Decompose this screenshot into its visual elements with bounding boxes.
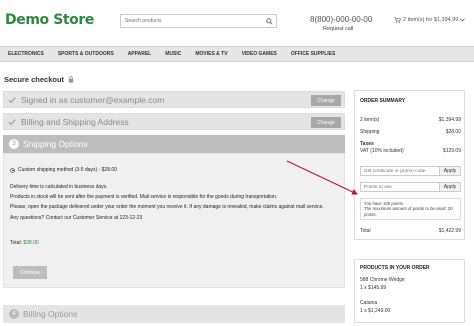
step-signed-in-label: Signed in as customer@example.com: [21, 94, 165, 105]
summary-taxes-row: Taxes: [360, 141, 461, 147]
change-signin-button[interactable]: Change: [311, 95, 341, 106]
apply-promo-button[interactable]: Apply: [439, 166, 461, 176]
summary-vat-row: VAT (10% included) $129.09: [360, 148, 461, 154]
delivery-info-line: Please, open the package delivered under…: [10, 204, 324, 210]
main-nav: ELECTRONICS SPORTS & OUTDOORS APPAREL MU…: [0, 46, 474, 62]
nav-item-movies-tv[interactable]: MOVIES & TV: [195, 51, 227, 57]
nav-item-video-games[interactable]: VIDEO GAMES: [242, 51, 277, 57]
search-icon[interactable]: [266, 18, 273, 25]
step-address-label: Billing and Shipping Address: [21, 116, 129, 127]
step-number: 3: [9, 139, 19, 149]
summary-total-label: Total: [360, 228, 371, 234]
phone-number: 8(800)-000-00-00: [310, 15, 373, 24]
nav-item-music[interactable]: MUSIC: [165, 51, 181, 57]
summary-total-value: $1,422.99: [438, 228, 461, 234]
products-in-order: PRODUCTS IN YOUR ORDER 588 Chrome Wedge …: [354, 259, 465, 323]
step-signed-in: Signed in as customer@example.com Change: [3, 91, 345, 108]
summary-vat-label: VAT (10% included): [360, 148, 404, 154]
request-call-link[interactable]: Request call: [323, 26, 353, 32]
summary-items-value: $1,394.99: [438, 117, 461, 123]
check-icon: [8, 118, 16, 125]
product-qty-price: 1 x $145.99: [360, 285, 387, 291]
nav-item-sports-outdoors[interactable]: SPORTS & OUTDOORS: [58, 51, 114, 57]
shipping-method-option[interactable]: Custom shipping method (3-5 days) - $28.…: [10, 167, 117, 173]
page-title: Secure checkout: [4, 75, 74, 84]
products-title: PRODUCTS IN YOUR ORDER: [360, 265, 430, 271]
summary-vat-value: $129.09: [442, 148, 461, 154]
promo-code-input[interactable]: [360, 166, 440, 176]
summary-items-label: 2 item(s): [360, 117, 380, 123]
chevron-down-icon: [460, 18, 466, 22]
step-shipping-options: 3 Shipping Options: [3, 135, 345, 153]
order-summary: ORDER SUMMARY 2 item(s) $1,394.99 Shippi…: [354, 90, 465, 240]
step-shipping-label: Shipping Options: [23, 139, 88, 149]
order-summary-title: ORDER SUMMARY: [360, 98, 406, 104]
summary-taxes-label: Taxes: [360, 141, 374, 147]
summary-items-row: 2 item(s) $1,394.99: [360, 117, 461, 123]
points-note: You have 100 points. The maximum amount …: [360, 198, 461, 221]
shipping-options-panel: Custom shipping method (3-5 days) - $28.…: [3, 153, 345, 288]
shipping-total-value: $28.00: [23, 240, 39, 246]
delivery-info-line: Any questions? Contact our Customer Serv…: [10, 215, 143, 221]
step-number: 4: [9, 309, 19, 319]
points-input[interactable]: [360, 182, 440, 192]
product-qty-price: 1 x $1,249.00: [360, 308, 391, 314]
search-input[interactable]: [121, 15, 261, 27]
shipping-method-label: Custom shipping method (3-5 days) - $28.…: [18, 167, 117, 173]
search-box[interactable]: [120, 14, 277, 28]
nav-item-apparel[interactable]: APPAREL: [128, 51, 152, 57]
store-logo[interactable]: Demo Store: [5, 12, 94, 28]
cart-icon: [394, 17, 401, 23]
summary-shipping-row: Shipping $28.00: [360, 129, 461, 135]
step-billing-options[interactable]: 4 Billing Options: [3, 305, 345, 323]
lock-icon: [68, 76, 74, 83]
cart-summary[interactable]: 2 item(s) for $1,394.99: [394, 17, 466, 23]
points-max-text: The maximum amount of points to be used:…: [364, 206, 453, 217]
summary-total-row: Total $1,422.99: [360, 228, 461, 234]
summary-shipping-label: Shipping: [360, 129, 380, 135]
continue-button[interactable]: Continue: [13, 266, 47, 279]
change-address-button[interactable]: Change: [311, 117, 341, 128]
header: Demo Store 8(800)-000-00-00 Request call…: [0, 0, 474, 38]
delivery-info-line: Products in stock will be sent after the…: [10, 194, 278, 200]
product-name[interactable]: Catania: [360, 300, 377, 306]
nav-item-office-supplies[interactable]: OFFICE SUPPLIES: [291, 51, 335, 57]
step-billing-label: Billing Options: [23, 309, 78, 319]
product-name[interactable]: 588 Chrome Wedge: [360, 277, 405, 283]
shipping-method-radio[interactable]: [10, 167, 15, 173]
nav-item-electronics[interactable]: ELECTRONICS: [8, 51, 44, 57]
shipping-total: Total: $28.00: [10, 240, 39, 246]
summary-shipping-value: $28.00: [445, 129, 461, 135]
shipping-total-label: Total:: [10, 240, 22, 246]
cart-text: 2 item(s) for $1,394.99: [403, 17, 459, 23]
apply-points-button[interactable]: Apply: [439, 182, 461, 192]
page-title-text: Secure checkout: [4, 75, 65, 84]
step-billing-shipping-address: Billing and Shipping Address Change: [3, 113, 345, 130]
delivery-info-line: Delivery time is calculated in business …: [10, 184, 108, 190]
check-icon: [8, 96, 16, 103]
